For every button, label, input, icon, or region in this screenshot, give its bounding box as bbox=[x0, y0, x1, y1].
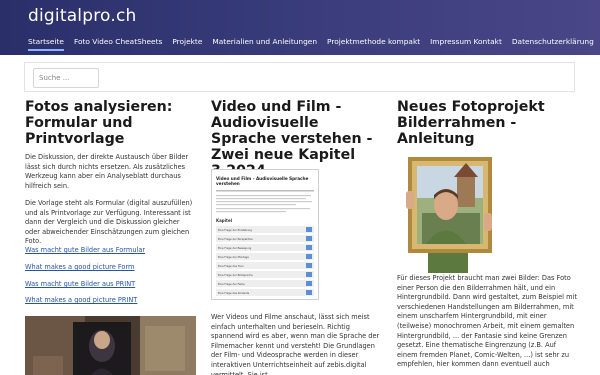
nav-item-startseite[interactable]: Startseite bbox=[28, 37, 64, 51]
post-title[interactable]: Neues Fotoprojekt Bilderrahmen - Anleitu… bbox=[397, 99, 577, 147]
link-print-de[interactable]: Was macht gute Bilder aus PRINT bbox=[25, 280, 135, 289]
svg-text:Eine Frage der Bewegung: Eine Frage der Bewegung bbox=[218, 246, 252, 250]
svg-text:Eine Frage der Perspektive: Eine Frage der Perspektive bbox=[218, 237, 253, 241]
nav-item-projektmethode[interactable]: Projektmethode kompakt bbox=[327, 37, 420, 46]
svg-text:Eine Frage der Bildsprache: Eine Frage der Bildsprache bbox=[218, 273, 253, 277]
svg-text:Eine Frage der Einstellung: Eine Frage der Einstellung bbox=[218, 228, 252, 232]
post-image-photo[interactable] bbox=[25, 316, 196, 375]
site-title[interactable]: digitalpro.ch bbox=[28, 6, 136, 26]
image-section-label: Kapitel bbox=[216, 218, 233, 223]
svg-text:Eine Frage des Tons: Eine Frage des Tons bbox=[218, 264, 244, 268]
nav-item-materialien[interactable]: Materialien und Anleitungen bbox=[212, 37, 317, 46]
main-nav: Startseite Foto Video CheatSheets Projek… bbox=[28, 37, 600, 51]
nav-item-projekte[interactable]: Projekte bbox=[172, 37, 202, 46]
post-paragraph: Die Diskussion, der direkte Austausch üb… bbox=[25, 153, 189, 190]
svg-text:Eine Frage der Montage: Eine Frage der Montage bbox=[218, 255, 249, 259]
svg-text:Eine Frage der Farbe: Eine Frage der Farbe bbox=[218, 282, 245, 286]
post-image-chapters[interactable]: Video und Film - Audiovisuelle Sprache v… bbox=[211, 169, 319, 300]
post-fotos-analysieren: Fotos analysieren: Formular und Printvor… bbox=[25, 99, 196, 375]
search-bar: Suche ... bbox=[24, 62, 575, 92]
site-header: digitalpro.ch Startseite Foto Video Chea… bbox=[0, 0, 600, 55]
nav-item-impressum[interactable]: Impressum Kontakt bbox=[430, 37, 502, 46]
post-video-und-film: Video und Film - Audiovisuelle Sprache v… bbox=[211, 99, 382, 375]
link-formular[interactable]: Was macht gute Bilder aus Formular bbox=[25, 246, 145, 255]
image-title-line-2: verstehen bbox=[216, 181, 240, 186]
post-title[interactable]: Video und Film - Audiovisuelle Sprache v… bbox=[211, 99, 382, 179]
nav-item-cheatsheets[interactable]: Foto Video CheatSheets bbox=[74, 37, 162, 46]
link-print-en[interactable]: What makes a good picture PRINT bbox=[25, 296, 137, 305]
post-paragraph: Für dieses Projekt braucht man zwei Bild… bbox=[397, 274, 577, 369]
post-paragraph: Die Vorlage steht als Formular (digital … bbox=[25, 199, 193, 246]
nav-item-datenschutz[interactable]: Datenschutzerklärung bbox=[512, 37, 594, 46]
svg-text:Eine Frage des Kontexts: Eine Frage des Kontexts bbox=[218, 291, 250, 295]
post-title[interactable]: Fotos analysieren: Formular und Printvor… bbox=[25, 99, 196, 147]
link-form[interactable]: What makes a good picture Form bbox=[25, 263, 134, 272]
search-input[interactable]: Suche ... bbox=[33, 68, 99, 88]
post-fotoprojekt-bilderrahmen: Neues Fotoprojekt Bilderrahmen - Anleitu… bbox=[397, 99, 577, 368]
post-paragraph: Wer Videos und Filme anschaut, lässt sic… bbox=[211, 313, 380, 375]
post-image-frame[interactable] bbox=[402, 153, 497, 273]
